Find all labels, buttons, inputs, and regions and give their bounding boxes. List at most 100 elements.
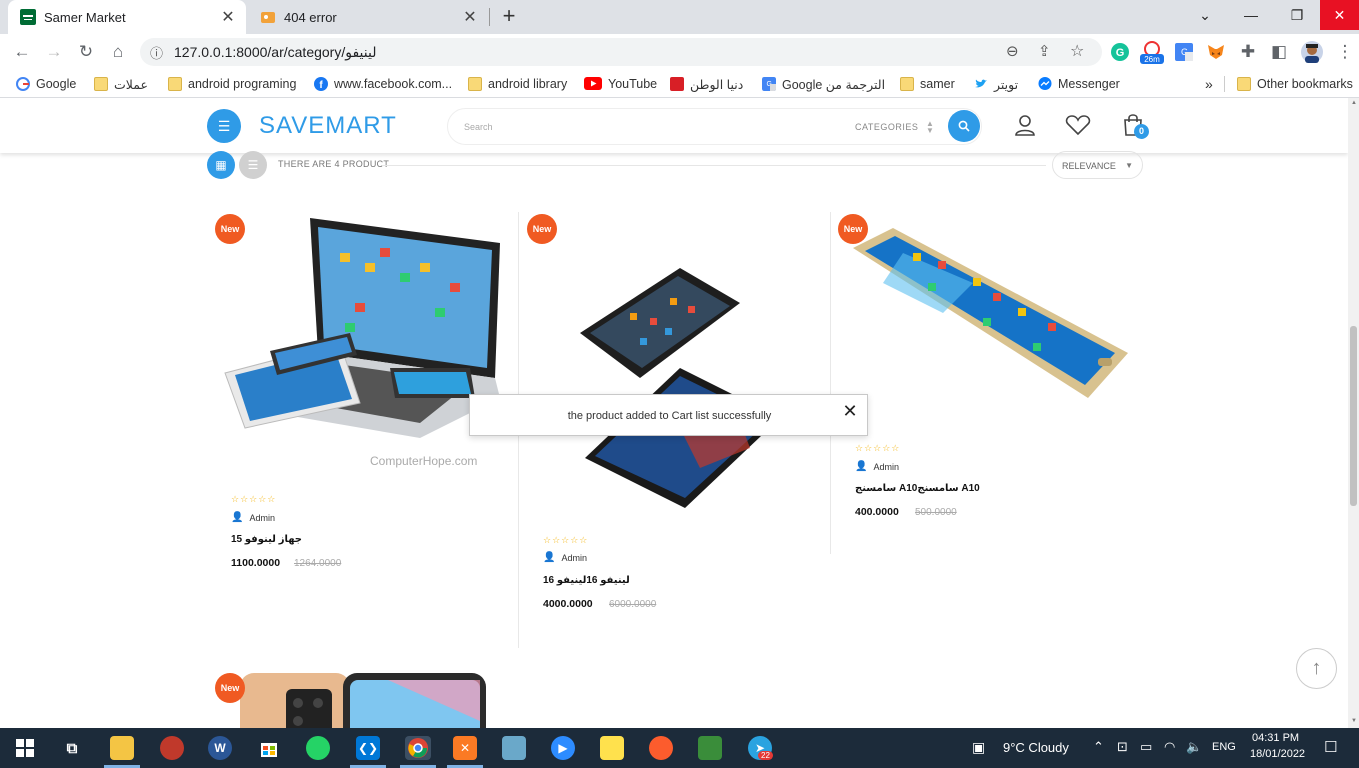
search-button[interactable] <box>948 110 980 142</box>
zoom-app-icon[interactable]: ▶ <box>551 736 575 760</box>
file-explorer-icon[interactable] <box>110 736 134 760</box>
bookmark-dunya-alwatan[interactable]: دنيا الوطن <box>670 75 743 93</box>
toolbar-divider <box>382 165 1046 166</box>
bookmark-google-translate[interactable]: G Google الترجمة من <box>762 75 885 93</box>
product-image-samsung[interactable] <box>843 223 1133 403</box>
weather-text[interactable]: 9°C Cloudy <box>1003 740 1069 755</box>
notification-center-icon[interactable]: ☐ <box>1324 738 1337 756</box>
new-badge: New <box>215 673 245 703</box>
timer-extension-icon[interactable]: 26m <box>1138 40 1166 64</box>
product-name[interactable]: سامسنج A10سامسنج A10 <box>855 483 980 494</box>
bookmark-facebook[interactable]: f www.facebook.com... <box>314 75 452 93</box>
home-icon[interactable]: ⌂ <box>106 40 130 64</box>
translate-extension-icon[interactable]: G <box>1172 40 1196 64</box>
search-input[interactable]: Search <box>464 122 493 132</box>
clock-time[interactable]: 04:31 PM <box>1252 732 1299 744</box>
zoom-icon[interactable]: ⊖ <box>1006 42 1019 60</box>
profile-avatar[interactable] <box>1300 40 1324 64</box>
bookmark-folder-android-programing[interactable]: android programing <box>168 75 296 93</box>
product-old-price: 6000.0000 <box>609 599 657 610</box>
sticky-notes-icon[interactable] <box>600 736 624 760</box>
back-arrow-icon[interactable]: ← <box>10 40 34 64</box>
bookmark-label: YouTube <box>608 77 658 91</box>
scroll-up-arrow-icon[interactable]: ▲ <box>1351 100 1357 106</box>
chevron-down-icon: ▼ <box>1125 161 1133 170</box>
chrome-menu-icon[interactable]: ⋮ <box>1333 40 1357 64</box>
more-bookmarks-button[interactable]: » <box>1205 75 1213 93</box>
weather-icon[interactable]: ▣ <box>972 739 985 756</box>
paint-app-icon[interactable] <box>160 736 184 760</box>
restore-button[interactable]: ❐ <box>1274 0 1320 30</box>
scroll-to-top-button[interactable]: ↑ <box>1296 648 1337 689</box>
product-image-phones[interactable] <box>560 258 800 513</box>
bookmark-star-icon[interactable]: ☆ <box>1070 41 1084 61</box>
grammarly-icon[interactable]: G <box>1108 40 1132 64</box>
bookmark-google[interactable]: Google <box>16 75 76 93</box>
product-old-price: 500.0000 <box>915 507 957 518</box>
page-scrollbar[interactable]: ▲ ▼ <box>1348 98 1359 728</box>
volume-icon[interactable]: 🔈 <box>1186 739 1202 755</box>
scrollbar-thumb[interactable] <box>1350 326 1357 506</box>
language-indicator[interactable]: ENG <box>1212 741 1236 753</box>
bookmark-twitter[interactable]: تويتر <box>974 75 1018 93</box>
bookmark-folder-samer[interactable]: samer <box>900 75 955 93</box>
chrome-icon[interactable] <box>405 736 431 760</box>
xampp-icon[interactable]: ✕ <box>453 736 477 760</box>
tab-search-chevron-icon[interactable]: ⌄ <box>1182 0 1228 30</box>
close-window-button[interactable]: ✕ <box>1320 0 1359 30</box>
tab-close-icon[interactable]: ✕ <box>218 7 238 27</box>
bookmark-label: عملات <box>114 77 148 92</box>
side-panel-icon[interactable]: ◧ <box>1267 40 1291 64</box>
wishlist-heart-icon[interactable] <box>1065 112 1091 138</box>
meet-now-icon[interactable]: ⊡ <box>1117 739 1128 755</box>
postman-icon[interactable] <box>649 736 673 760</box>
bookmark-folder-android-library[interactable]: android library <box>468 75 567 93</box>
vscode-icon[interactable]: ❮❯ <box>356 736 380 760</box>
product-name[interactable]: لينيفو 16لينيفو 16 <box>543 575 630 586</box>
virtualbox-icon[interactable] <box>502 736 526 760</box>
list-view-button[interactable]: ☰ <box>239 151 267 179</box>
categories-select[interactable]: CATEGORIES <box>855 122 918 132</box>
clock-date[interactable]: 18/01/2022 <box>1250 748 1305 760</box>
hamburger-menu-icon[interactable]: ☰ <box>207 109 241 143</box>
scroll-down-arrow-icon[interactable]: ▼ <box>1351 718 1357 724</box>
tab-close-icon[interactable]: ✕ <box>460 7 480 27</box>
network-tool-icon[interactable] <box>698 736 722 760</box>
bookmark-youtube[interactable]: YouTube <box>584 75 657 93</box>
other-bookmarks-folder[interactable]: Other bookmarks <box>1237 75 1353 93</box>
task-view-icon[interactable]: ⧉ <box>60 736 84 760</box>
new-tab-button[interactable]: + <box>497 5 521 29</box>
site-info-icon[interactable]: ⓘ <box>150 43 163 62</box>
windows-start-icon[interactable] <box>13 736 37 760</box>
site-logo[interactable]: SAVEMART <box>259 112 397 140</box>
wifi-icon[interactable]: ◠ <box>1164 739 1175 755</box>
battery-icon[interactable]: ▭ <box>1140 739 1152 755</box>
user-account-icon[interactable] <box>1012 112 1038 138</box>
metamask-fox-icon[interactable] <box>1204 40 1228 64</box>
new-badge: New <box>838 214 868 244</box>
sort-select[interactable]: RELEVANCE ▼ <box>1052 151 1143 179</box>
show-hidden-icons-chevron-icon[interactable]: ⌃ <box>1093 739 1104 755</box>
bookmark-messenger[interactable]: Messenger <box>1038 75 1120 93</box>
word-app-icon[interactable]: W <box>208 736 232 760</box>
product-image-phone-partial[interactable] <box>238 671 488 728</box>
windows-taskbar: ⧉ W ❮❯ ✕ ▶ ➤ 22 ▣ 9°C Cloudy ⌃ ⊡ ▭ ◠ 🔈 E… <box>0 728 1359 768</box>
microsoft-store-icon[interactable] <box>257 736 281 760</box>
address-bar[interactable]: ⓘ 127.0.0.1:8000/ar/category/لينيفو ⊖ ⇪ … <box>140 38 1102 66</box>
tab-samer-market[interactable]: Samer Market ✕ <box>8 0 246 34</box>
reload-icon[interactable]: ↻ <box>74 40 98 64</box>
share-icon[interactable]: ⇪ <box>1038 42 1051 60</box>
close-icon[interactable]: ✕ <box>841 402 859 421</box>
tab-404-error[interactable]: 404 error ✕ <box>248 0 488 34</box>
url-text[interactable]: 127.0.0.1:8000/ar/category/لينيفو <box>174 44 377 61</box>
whatsapp-icon[interactable] <box>306 736 330 760</box>
product-name[interactable]: جهاز لينوفو 15 <box>231 534 302 545</box>
extensions-puzzle-icon[interactable]: ✚ <box>1236 40 1260 64</box>
minimize-button[interactable]: — <box>1228 0 1274 30</box>
forward-arrow-icon[interactable]: → <box>42 40 66 64</box>
translate-icon: G <box>762 77 776 91</box>
product-image-devices[interactable]: ComputerHope.com <box>220 213 505 473</box>
bookmark-folder-currencies[interactable]: عملات <box>94 75 148 93</box>
author-line: 👤 Admin <box>231 512 275 523</box>
grid-view-button[interactable]: ▦ <box>207 151 235 179</box>
